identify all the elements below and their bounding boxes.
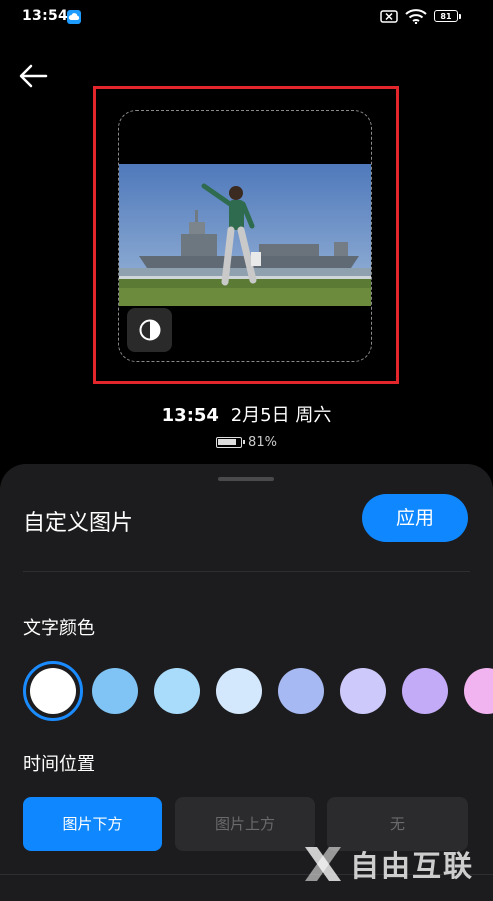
preview-battery: 81% xyxy=(0,435,493,450)
apply-button[interactable]: 应用 xyxy=(362,494,468,542)
color-swatch-1[interactable] xyxy=(30,668,76,714)
wifi-icon xyxy=(405,9,427,24)
sim-x-icon xyxy=(380,10,398,23)
position-above-image-button[interactable]: 图片上方 xyxy=(175,797,315,851)
watermark-text: 自由互联 xyxy=(350,849,475,883)
divider xyxy=(23,571,470,572)
time-position-label: 时间位置 xyxy=(23,754,95,775)
preview-time: 13:54 xyxy=(161,405,219,426)
arrow-left-icon[interactable] xyxy=(18,63,48,89)
contrast-icon xyxy=(139,319,161,341)
preview-time-date: 13:54 2月5日 周六 xyxy=(0,401,493,427)
battery-icon xyxy=(216,437,246,448)
watermark-logo-icon xyxy=(305,847,341,881)
color-swatch-2[interactable] xyxy=(92,668,138,714)
battery-tip xyxy=(459,14,461,19)
color-swatch-3[interactable] xyxy=(154,668,200,714)
position-below-image-button[interactable]: 图片下方 xyxy=(23,797,162,851)
sheet-title: 自定义图片 xyxy=(23,511,134,536)
status-time: 13:54 xyxy=(22,8,69,24)
battery-icon: 81 xyxy=(434,10,458,22)
text-color-label: 文字颜色 xyxy=(23,618,95,639)
preview-date: 2月5日 周六 xyxy=(230,405,332,426)
cloud-icon xyxy=(67,10,81,24)
color-swatch-4[interactable] xyxy=(216,668,262,714)
color-swatch-6[interactable] xyxy=(340,668,386,714)
sheet-drag-handle[interactable] xyxy=(218,477,274,481)
preview-photo xyxy=(119,164,371,306)
status-bar: 13:54 81 xyxy=(0,0,493,36)
contrast-toggle-button[interactable] xyxy=(127,308,172,352)
color-swatch-5[interactable] xyxy=(278,668,324,714)
preview-battery-percent: 81% xyxy=(248,435,277,450)
color-swatch-7[interactable] xyxy=(402,668,448,714)
